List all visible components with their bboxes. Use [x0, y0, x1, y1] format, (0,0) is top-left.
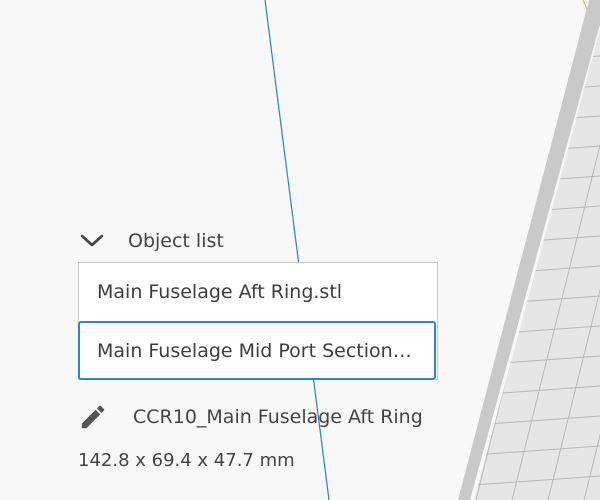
object-dimensions: 142.8 x 69.4 x 47.7 mm [78, 450, 295, 471]
list-item-label: Main Fuselage Aft Ring.stl [97, 281, 343, 303]
object-list-toggle[interactable]: Object list [78, 224, 440, 258]
list-item-label: Main Fuselage Mid Port Section.stl [97, 339, 417, 362]
object-list-panel: Object list Main Fuselage Aft Ring.stl M… [78, 224, 440, 471]
pencil-icon[interactable] [78, 402, 108, 432]
object-name: CCR10_Main Fuselage Aft Ring [133, 406, 423, 428]
object-list-label: Object list [128, 230, 224, 252]
list-item[interactable]: Main Fuselage Aft Ring.stl [79, 263, 437, 321]
object-name-row: CCR10_Main Fuselage Aft Ring [78, 402, 440, 432]
chevron-down-icon[interactable] [80, 231, 106, 251]
object-list: Main Fuselage Aft Ring.stl Main Fuselage… [78, 262, 438, 380]
list-item-selected[interactable]: Main Fuselage Mid Port Section.stl [78, 321, 436, 380]
